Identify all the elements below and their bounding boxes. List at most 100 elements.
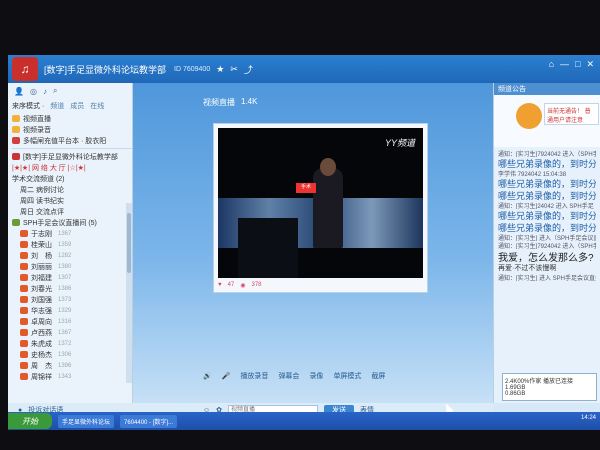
home-icon[interactable]: ⌂ [549,59,554,70]
popup-title: 2.4K00%作家 播放已连接 [505,379,574,385]
member-item[interactable]: 史杨杰 1306 [12,349,132,360]
member-name: 华志强 [31,307,52,315]
channel-item[interactable]: SPH手足会议直播间 (5) [12,217,132,228]
podium [238,218,298,278]
member-name: 周锦祥 [31,373,52,381]
close-icon[interactable]: ✕ [586,59,594,70]
member-name: 周 杰 [31,362,52,370]
popup-line: 0.86GB [505,391,526,397]
volume-icon[interactable]: 🔊 [203,372,212,380]
left-toolbar: 👤 ◎ ♪ ⌕ [8,83,132,99]
list-item[interactable]: 多幅闸充值平台本 · 胶衣阳 [12,135,132,146]
member-item[interactable]: 华志强 1329 [12,305,132,316]
member-icon [20,373,28,380]
member-id: 1316 [58,318,72,325]
screenshot-button[interactable]: 截屏 [371,371,385,381]
clock: 14:24 [580,415,596,421]
scissors-icon[interactable]: ✂ [230,64,238,75]
record-button[interactable]: 录像 [309,371,323,381]
member-item[interactable]: 卓周向 1316 [12,316,132,327]
status-popup[interactable]: 2.4K00%作家 播放已连接 1.69GB 0.86GB [502,373,597,401]
member-item[interactable]: 朱虎成 1372 [12,338,132,349]
left-scrollbar[interactable] [126,203,132,383]
mode-label[interactable]: 来序模式 · [12,101,44,111]
tab-members[interactable]: 成员 [70,101,84,111]
start-button[interactable]: 开始 [8,413,52,429]
mascot-icon [516,103,542,129]
location-icon[interactable]: ◎ [30,87,37,96]
member-name: 卢西燕 [31,329,52,337]
member-id: 1380 [58,263,72,270]
share-icon[interactable]: ⤴ [244,63,253,76]
member-item[interactable]: 刘国强 1373 [12,294,132,305]
task-button[interactable]: 7604400 - [数字]... [120,414,178,428]
tab-online[interactable]: 在线 [90,101,104,111]
like-count: 47 [227,282,235,288]
task-button[interactable]: 手足显微外科论坛 [58,414,115,428]
member-item[interactable]: 于志刚 1367 [12,228,132,239]
member-id: 1367 [58,230,72,237]
list-item[interactable]: 视频录音 [12,124,132,135]
maximize-icon[interactable]: □ [575,59,580,70]
member-list: 于志刚 1367 桂荣山 1359 刘 杨 1282 刘丽丽 1380 刘福建 1307 刘春光 13… [12,228,132,382]
member-name: 刘国强 [31,296,52,304]
member-icon [20,351,28,358]
mic-icon[interactable]: 🎤 [222,372,231,380]
trophy-icon [12,126,20,133]
channel-item[interactable]: 周四 读书纪实 [12,195,132,206]
member-id: 1307 [58,274,72,281]
channel-item[interactable]: 周日 交流点评 [12,206,132,217]
channel-root[interactable]: [数字]手足显微外科论坛教学部 [12,151,132,162]
music-icon[interactable]: ♪ [43,87,47,96]
scroll-thumb[interactable] [127,213,131,273]
member-item[interactable]: 刘 杨 1282 [12,250,132,261]
star-icon[interactable]: ★ [216,64,224,75]
member-icon [20,252,28,259]
chat-message: 哪些兄弟录像的，到时分享 [498,159,596,169]
heart-icon[interactable]: ♥ [218,282,222,288]
yy-logo-icon[interactable]: ♫ [12,57,38,81]
member-name: 于志刚 [31,230,52,238]
member-icon [20,340,28,347]
channel-icon [12,153,20,160]
channel-item[interactable]: 周二 病例讨论 [12,184,132,195]
member-item[interactable]: 刘丽丽 1380 [12,261,132,272]
member-item[interactable]: 刘福建 1307 [12,272,132,283]
member-icon [20,296,28,303]
podium-sign: 手术 [296,183,316,193]
tab-channel[interactable]: 频道 [50,101,64,111]
member-item[interactable]: 刘春光 1386 [12,283,132,294]
play-record-button[interactable]: 播放录音 [240,371,268,381]
channel-item[interactable]: 学术交流频道 (2) [12,173,132,184]
member-icon [20,230,28,237]
danmaku-button[interactable]: 弹幕会 [278,371,299,381]
user-icon[interactable]: 👤 [14,87,24,96]
view-count: 378 [251,282,262,288]
member-name: 刘 杨 [31,252,52,260]
single-screen-button[interactable]: 单屏模式 [333,371,361,381]
channel-item[interactable]: |★|★| 网 络 大 厅 |☆|★| [12,162,132,173]
member-icon [20,285,28,292]
member-name: 刘丽丽 [31,263,52,271]
video-controls: 🔊 🎤 播放录音 弹幕会 录像 单屏模式 截屏 [203,369,443,383]
live-video[interactable]: 手术 YY频道 [218,128,423,278]
search-icon[interactable]: ⌕ [53,86,57,96]
channel-title: [数字]手足显微外科论坛教学部 [44,64,167,75]
member-id: 1367 [58,329,72,336]
member-id: 1396 [58,362,72,369]
member-item[interactable]: 桂荣山 1359 [12,239,132,250]
gift-icon [12,137,20,144]
divider [12,148,132,149]
minimize-icon[interactable]: — [560,59,569,70]
member-item[interactable]: 周锦祥 1343 [12,371,132,382]
member-icon [20,362,28,369]
chat-messages: 通知：[实习生]7924042 进入（SPH手足显微外科） 哪些兄弟录像的，到时分… [494,147,600,283]
eye-icon: ◉ [240,282,246,289]
list-item[interactable]: 视频直播 [12,113,132,124]
member-item[interactable]: 周 杰 1396 [12,360,132,371]
chat-message: 通知：[实习生]7924042 进入（SPH手足显微外科） [498,152,596,157]
chat-message: 再爱·不过不该慢啊 [498,265,557,272]
member-item[interactable]: 卢西燕 1367 [12,327,132,338]
member-id: 1359 [58,241,72,248]
video-watermark: YY频道 [384,138,415,148]
